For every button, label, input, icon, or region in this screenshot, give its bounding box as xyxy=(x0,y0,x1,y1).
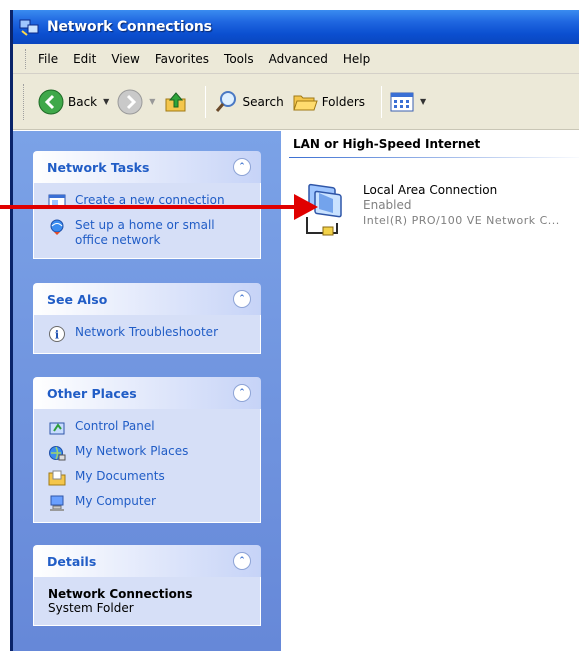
toolbar-separator xyxy=(205,85,207,118)
window-title: Network Connections xyxy=(47,19,212,35)
other-places-header[interactable]: Other Places ⌃ xyxy=(33,377,261,409)
other-places-title: Other Places xyxy=(47,385,137,401)
lan-connection-icon xyxy=(299,179,355,239)
back-label: Back xyxy=(68,94,98,109)
control-panel-label: Control Panel xyxy=(75,419,155,433)
see-also-body: i Network Troubleshooter xyxy=(33,315,261,354)
info-icon: i xyxy=(48,325,66,343)
local-area-connection-item[interactable]: Local Area Connection Enabled Intel(R) P… xyxy=(299,179,560,239)
search-button[interactable]: Search xyxy=(214,90,284,114)
group-divider xyxy=(289,157,579,158)
control-panel-icon xyxy=(48,419,66,437)
back-button[interactable]: Back ▼ xyxy=(38,89,109,115)
forward-button[interactable]: ▼ xyxy=(117,89,155,115)
my-documents-icon xyxy=(48,469,66,487)
explorer-window: Network Connections File Edit View Favor… xyxy=(10,10,579,651)
control-panel-link[interactable]: Control Panel xyxy=(48,419,250,437)
connection-text: Local Area Connection Enabled Intel(R) P… xyxy=(363,183,560,239)
setup-home-network-link[interactable]: Set up a home or small office network xyxy=(48,218,250,248)
menu-view[interactable]: View xyxy=(111,52,139,66)
create-new-connection-label: Create a new connection xyxy=(75,193,225,207)
folders-icon xyxy=(292,95,318,110)
forward-dropdown-icon[interactable]: ▼ xyxy=(149,97,155,106)
toolbar-separator-2 xyxy=(381,85,383,118)
details-name: Network Connections xyxy=(48,587,193,601)
menu-edit[interactable]: Edit xyxy=(73,52,96,66)
back-dropdown-icon[interactable]: ▼ xyxy=(103,97,109,106)
my-computer-link[interactable]: My Computer xyxy=(48,494,250,512)
create-new-connection-link[interactable]: Create a new connection xyxy=(48,193,250,211)
details-header[interactable]: Details ⌃ xyxy=(33,545,261,577)
collapse-icon[interactable]: ⌃ xyxy=(233,158,251,176)
network-tasks-title: Network Tasks xyxy=(47,159,150,175)
my-network-places-link[interactable]: My Network Places xyxy=(48,444,250,462)
network-troubleshooter-link[interactable]: i Network Troubleshooter xyxy=(48,325,250,343)
setup-home-network-label: Set up a home or small office network xyxy=(75,218,215,247)
collapse-icon[interactable]: ⌃ xyxy=(233,552,251,570)
menu-help[interactable]: Help xyxy=(343,52,370,66)
new-connection-icon xyxy=(48,193,66,211)
details-title: Details xyxy=(47,553,97,569)
folders-label: Folders xyxy=(321,94,366,109)
menu-favorites[interactable]: Favorites xyxy=(155,52,209,66)
back-arrow-icon xyxy=(38,89,64,114)
content-pane: LAN or High-Speed Internet Local Area Co… xyxy=(281,131,579,651)
network-troubleshooter-label: Network Troubleshooter xyxy=(75,325,218,339)
views-dropdown-icon[interactable]: ▼ xyxy=(420,97,426,106)
toolbar-grip[interactable] xyxy=(23,83,26,120)
search-icon xyxy=(216,90,237,112)
up-button[interactable] xyxy=(163,89,189,115)
connection-device: Intel(R) PRO/100 VE Network C... xyxy=(363,214,560,227)
my-documents-label: My Documents xyxy=(75,469,165,483)
search-label: Search xyxy=(242,94,284,109)
see-also-title: See Also xyxy=(47,291,108,307)
details-box: Details ⌃ Network Connections System Fol… xyxy=(33,545,261,626)
menu-grip[interactable] xyxy=(25,48,28,69)
home-network-icon xyxy=(48,218,66,236)
menu-tools[interactable]: Tools xyxy=(224,52,254,66)
my-network-places-label: My Network Places xyxy=(75,444,189,458)
collapse-icon[interactable]: ⌃ xyxy=(233,384,251,402)
network-connections-icon xyxy=(19,17,41,37)
task-pane: Network Tasks ⌃ Create a new connection … xyxy=(13,131,281,651)
connection-status: Enabled xyxy=(363,198,412,212)
details-type: System Folder xyxy=(48,601,134,615)
details-body: Network Connections System Folder xyxy=(33,577,261,626)
forward-arrow-icon xyxy=(117,89,143,114)
folders-button[interactable]: Folders xyxy=(292,90,365,114)
group-header: LAN or High-Speed Internet xyxy=(293,137,481,151)
menu-advanced[interactable]: Advanced xyxy=(269,52,328,66)
title-bar[interactable]: Network Connections xyxy=(13,10,579,44)
other-places-box: Other Places ⌃ Control Panel My Network … xyxy=(33,377,261,523)
views-icon xyxy=(390,92,414,111)
views-button[interactable]: ▼ xyxy=(390,91,426,113)
menu-file[interactable]: File xyxy=(38,52,58,66)
network-places-icon xyxy=(48,444,66,462)
network-tasks-header[interactable]: Network Tasks ⌃ xyxy=(33,151,261,183)
see-also-header[interactable]: See Also ⌃ xyxy=(33,283,261,315)
my-computer-icon xyxy=(48,494,66,512)
collapse-icon[interactable]: ⌃ xyxy=(233,290,251,308)
connection-name: Local Area Connection xyxy=(363,183,498,197)
up-folder-icon xyxy=(165,91,186,111)
see-also-box: See Also ⌃ i Network Troubleshooter xyxy=(33,283,261,354)
other-places-body: Control Panel My Network Places My Docum… xyxy=(33,409,261,523)
menu-bar: File Edit View Favorites Tools Advanced … xyxy=(13,44,579,74)
network-tasks-box: Network Tasks ⌃ Create a new connection … xyxy=(33,151,261,259)
svg-text:i: i xyxy=(55,329,59,342)
toolbar: Back ▼ ▼ Search Folders ▼ xyxy=(13,74,579,130)
my-computer-label: My Computer xyxy=(75,494,156,508)
network-tasks-body: Create a new connection Set up a home or… xyxy=(33,183,261,259)
my-documents-link[interactable]: My Documents xyxy=(48,469,250,487)
